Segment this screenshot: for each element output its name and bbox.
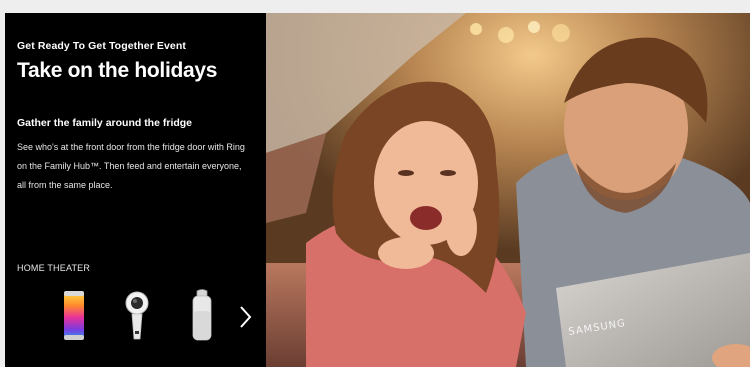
product-360-camera[interactable] <box>123 287 151 345</box>
chevron-right-icon <box>240 306 252 328</box>
promo-body: See who's at the front door from the fri… <box>17 142 245 190</box>
promo-headline: Take on the holidays <box>17 59 218 82</box>
camera-360-icon <box>125 291 149 340</box>
promo-subhead: Gather the family around the fridge <box>17 117 193 129</box>
speaker-light-icon <box>64 291 84 340</box>
product-speaker-light[interactable] <box>60 287 88 345</box>
event-eyebrow: Get Ready To Get Together Event <box>17 40 186 52</box>
product-smart-speaker[interactable] <box>188 287 216 345</box>
product-carousel <box>60 287 230 345</box>
category-label: HOME THEATER <box>17 263 91 273</box>
family-photo: SAMSUNG <box>266 13 750 367</box>
promo-panel: Get Ready To Get Together Event Take on … <box>5 13 266 367</box>
smart-speaker-icon <box>192 289 212 341</box>
carousel-next-button[interactable] <box>235 303 255 331</box>
hero-photo: SAMSUNG <box>266 13 750 367</box>
